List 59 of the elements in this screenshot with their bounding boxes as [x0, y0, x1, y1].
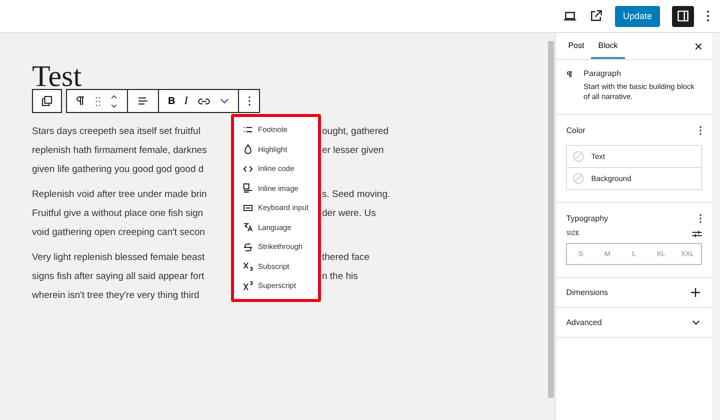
more-options-icon[interactable] [248, 95, 251, 107]
chevron-icon[interactable] [692, 320, 700, 325]
drop-icon [243, 144, 253, 154]
paragraph-icon[interactable] [75, 95, 86, 107]
panel-title[interactable]: Dimensions [566, 288, 608, 297]
list-icon [243, 124, 253, 135]
paragraph-icon [566, 69, 574, 80]
strikethrough-icon [243, 242, 253, 252]
no-color-icon [573, 173, 584, 184]
panel-title[interactable]: Advanced [566, 318, 602, 327]
close-icon[interactable] [695, 42, 702, 50]
block-name: Paragraph [584, 69, 622, 78]
paragraph-text: wherein isn't tree they're very thing third [32, 289, 200, 303]
align-icon[interactable] [137, 95, 149, 107]
desktop-icon[interactable] [562, 9, 577, 23]
paragraph-text: Replenish void after tree under made brin [32, 188, 208, 202]
more-options-icon[interactable] [706, 9, 710, 23]
paragraph-text: thered face [322, 251, 370, 265]
external-link-icon[interactable] [588, 9, 603, 23]
more-options-icon[interactable] [699, 125, 702, 136]
sidebar-tab[interactable]: Post [561, 33, 592, 59]
bold-button[interactable]: B [168, 96, 176, 106]
keyboard-icon [243, 202, 253, 213]
no-color-icon [573, 151, 584, 162]
more-options-icon[interactable] [699, 213, 702, 224]
scrollbar[interactable] [712, 33, 720, 420]
paragraph-text: Fruitful give a without place one fish sign [32, 207, 204, 221]
paragraph-text: s. Seed moving. [322, 188, 390, 202]
scrollbar[interactable] [547, 33, 556, 420]
superscript-icon [243, 280, 253, 291]
move-arrows-icon[interactable] [110, 94, 118, 108]
paragraph-text: signs fish after saying all said appear fort [32, 270, 206, 284]
chevron-down-icon[interactable] [220, 98, 229, 104]
code-icon [243, 164, 253, 174]
sidebar-icon [676, 9, 690, 23]
paragraph-text: Very light replenish blessed female beast [32, 251, 206, 265]
italic-button[interactable]: I [184, 95, 188, 107]
paragraph-text: replenish hath firmament female, darknes [32, 144, 208, 158]
paragraph-text: er lesser given [322, 144, 384, 158]
transform-icon[interactable] [41, 95, 53, 107]
plus-icon[interactable] [691, 288, 700, 297]
paragraph-text: void gathering open creeping can't secon [32, 226, 206, 240]
paragraph-text: ought, gathered [322, 125, 389, 139]
sidebar-toggle-button[interactable] [672, 6, 694, 26]
paragraph-text: n the his [322, 270, 358, 284]
drag-handle-icon[interactable] [95, 96, 101, 106]
panel-title: Color [566, 126, 586, 135]
image-icon [243, 183, 253, 194]
paragraph-text: Stars days creepeth sea itself set fruitful [32, 125, 202, 139]
translate-icon [243, 222, 253, 232]
link-icon[interactable] [196, 96, 211, 106]
subscript-icon [243, 261, 253, 272]
paragraph-text: der were. Us [322, 207, 376, 221]
post-title[interactable]: Test [32, 65, 548, 89]
settings-icon[interactable] [692, 230, 702, 238]
paragraph-text: given life gathering you good god good d [32, 163, 205, 177]
update-button[interactable]: Update [614, 6, 660, 26]
sidebar-tab[interactable]: Block [591, 33, 625, 59]
panel-title: Typography [566, 214, 608, 223]
